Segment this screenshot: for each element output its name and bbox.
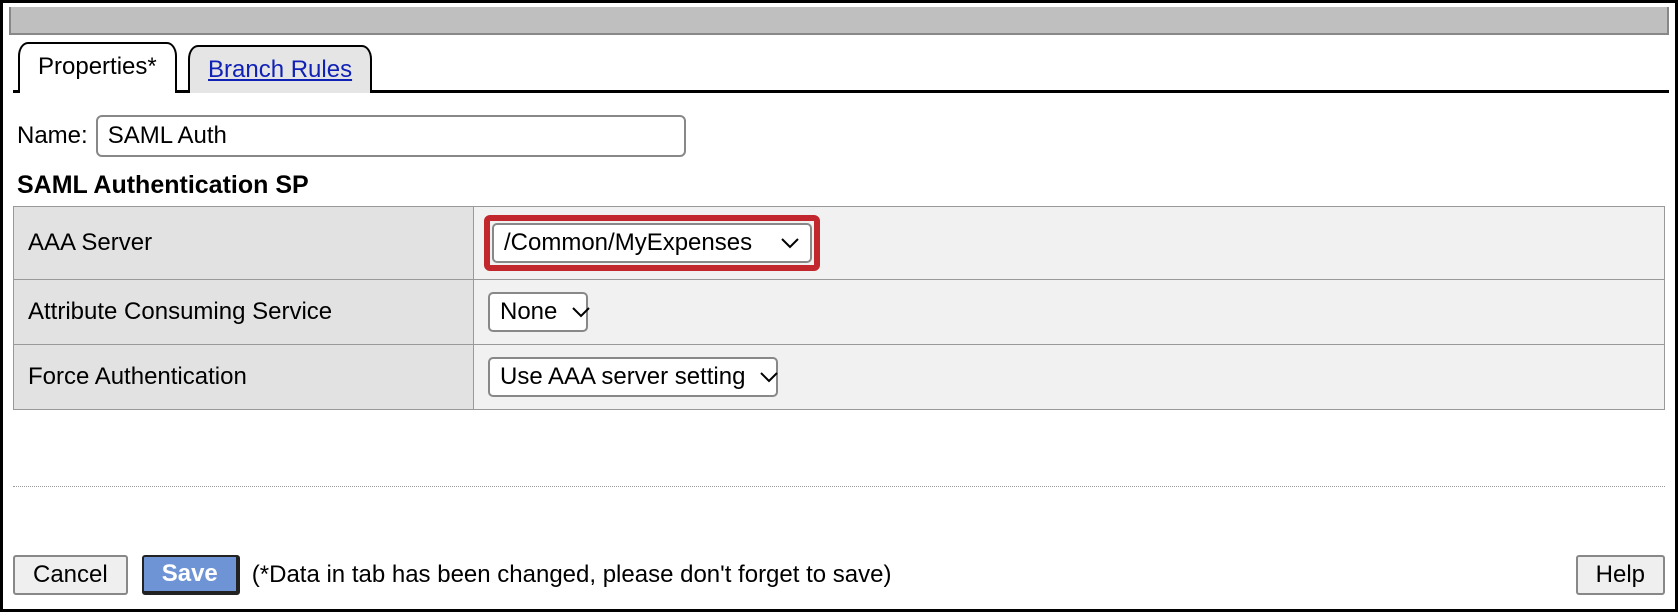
table-row: Attribute Consuming Service None — [14, 280, 1665, 345]
acs-value: None — [500, 298, 557, 326]
section-title: SAML Authentication SP — [17, 171, 1665, 200]
force-auth-value: Use AAA server setting — [500, 363, 745, 391]
acs-select[interactable]: None — [488, 292, 588, 332]
aaa-server-label: AAA Server — [14, 207, 474, 280]
tab-content: Name: SAML Authentication SP AAA Server … — [13, 109, 1665, 487]
tab-row: Properties* Branch Rules — [13, 41, 1669, 93]
force-auth-label: Force Authentication — [14, 345, 474, 410]
save-hint: (*Data in tab has been changed, please d… — [252, 561, 892, 589]
cancel-button[interactable]: Cancel — [13, 555, 128, 595]
save-button[interactable]: Save — [142, 555, 240, 595]
aaa-server-highlight: /Common/MyExpenses — [484, 215, 820, 271]
force-auth-select[interactable]: Use AAA server setting — [488, 357, 778, 397]
chevron-down-icon — [780, 236, 800, 250]
name-row: Name: — [17, 115, 1665, 157]
chevron-down-icon — [759, 370, 779, 384]
table-row: Force Authentication Use AAA server sett… — [14, 345, 1665, 410]
titlebar — [9, 7, 1669, 35]
aaa-server-select[interactable]: /Common/MyExpenses — [492, 223, 812, 263]
name-label: Name: — [17, 122, 88, 150]
footer: Cancel Save (*Data in tab has been chang… — [13, 555, 1665, 595]
tab-properties[interactable]: Properties* — [18, 42, 177, 93]
dialog-window: Properties* Branch Rules Name: SAML Auth… — [0, 0, 1678, 612]
acs-cell: None — [474, 280, 1665, 345]
tab-branch-rules[interactable]: Branch Rules — [188, 45, 372, 93]
help-button[interactable]: Help — [1576, 555, 1665, 595]
name-input[interactable] — [96, 115, 686, 157]
config-table: AAA Server /Common/MyExpenses Attribute … — [13, 206, 1665, 410]
aaa-server-cell: /Common/MyExpenses — [474, 207, 1665, 280]
force-auth-cell: Use AAA server setting — [474, 345, 1665, 410]
aaa-server-value: /Common/MyExpenses — [504, 229, 752, 257]
chevron-down-icon — [571, 305, 591, 319]
table-row: AAA Server /Common/MyExpenses — [14, 207, 1665, 280]
acs-label: Attribute Consuming Service — [14, 280, 474, 345]
